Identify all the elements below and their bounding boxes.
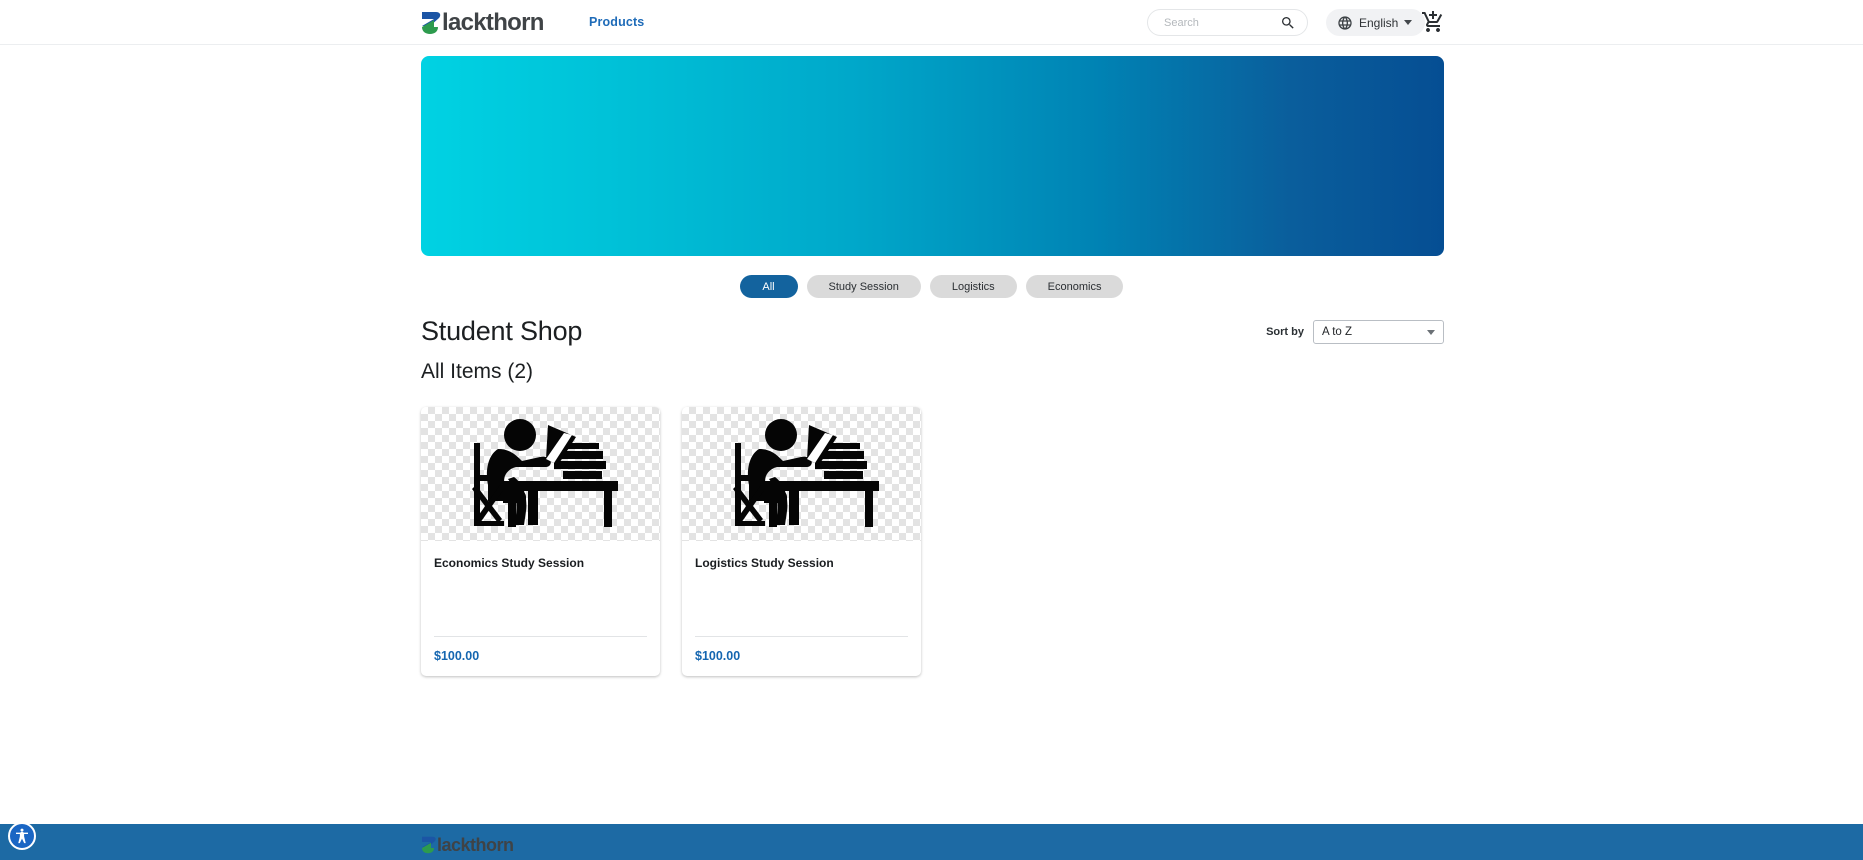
sort-control: Sort by A to Z (1266, 320, 1444, 344)
chevron-down-icon (1427, 329, 1435, 335)
blackthorn-logo-icon (422, 11, 441, 34)
page-title: Student Shop (421, 316, 583, 346)
category-filter-bar: All Study Session Logistics Economics (0, 275, 1863, 298)
search-icon[interactable] (1280, 15, 1296, 31)
search-box[interactable] (1147, 9, 1308, 36)
filter-pill-logistics[interactable]: Logistics (929, 275, 1017, 298)
footer-brand-logo[interactable]: lackthorn (421, 830, 514, 860)
product-card[interactable]: Economics Study Session $100.00 (421, 407, 660, 676)
student-studying-at-desk-icon (732, 419, 879, 527)
language-selector[interactable]: English (1326, 9, 1426, 36)
accessibility-button[interactable] (8, 822, 36, 850)
product-details: Economics Study Session $100.00 (421, 541, 660, 676)
blackthorn-logo-icon (422, 836, 436, 854)
product-price: $100.00 (434, 649, 480, 663)
student-studying-at-desk-icon (471, 419, 618, 527)
accessibility-person-icon (16, 828, 28, 844)
brand-logo-text: lackthorn (442, 8, 544, 36)
chevron-down-icon (1404, 20, 1413, 25)
product-card[interactable]: Logistics Study Session $100.00 (682, 407, 921, 676)
search-input[interactable] (1148, 10, 1268, 35)
site-footer: lackthorn (0, 824, 1863, 860)
add-shopping-cart-icon (1422, 11, 1443, 32)
product-details: Logistics Study Session $100.00 (682, 541, 921, 676)
brand-logo[interactable]: lackthorn (421, 8, 544, 37)
sort-selected-value: A to Z (1322, 326, 1353, 338)
product-price: $100.00 (695, 649, 741, 663)
product-name: Economics Study Session (434, 556, 585, 570)
sort-select[interactable]: A to Z (1313, 320, 1444, 344)
globe-icon (1338, 15, 1352, 30)
items-count-subtitle: All Items (2) (421, 360, 534, 383)
sort-label: Sort by (1266, 326, 1304, 338)
cart-button[interactable] (1421, 10, 1445, 34)
product-grid: Economics Study Session $100.00 Logistic… (421, 407, 921, 676)
filter-pill-study-session[interactable]: Study Session (806, 275, 921, 298)
footer-brand-logo-text: lackthorn (437, 835, 514, 855)
product-image (682, 407, 921, 541)
product-image (421, 407, 660, 541)
product-name: Logistics Study Session (695, 556, 834, 570)
language-label: English (1359, 15, 1399, 30)
filter-pill-economics[interactable]: Economics (1025, 275, 1124, 298)
site-header: lackthorn Products English (0, 0, 1863, 45)
nav-item-products[interactable]: Products (589, 15, 644, 29)
hero-banner (421, 56, 1444, 256)
filter-pill-all[interactable]: All (739, 275, 798, 298)
